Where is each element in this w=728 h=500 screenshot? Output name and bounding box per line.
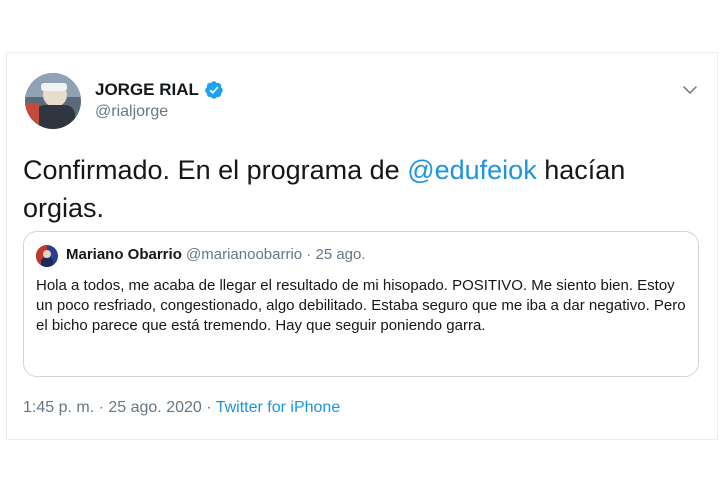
tweet-source-link[interactable]: Twitter for iPhone (216, 399, 341, 416)
tweet-mention-link[interactable]: @edufeiok (407, 155, 537, 185)
tweet-text-before: Confirmado. En el programa de (23, 155, 408, 185)
tweet-card[interactable]: JORGE RIAL @rialjorge Confirmado. En el … (6, 52, 718, 440)
author-name[interactable]: JORGE RIAL (95, 80, 224, 100)
quoted-header: Mariano Obarrio @marianoobarrio · 25 ago… (66, 246, 366, 263)
quoted-tweet[interactable]: Mariano Obarrio @marianoobarrio · 25 ago… (23, 231, 699, 377)
verified-badge-icon (205, 81, 223, 99)
avatar-photo (25, 73, 81, 129)
chevron-down-icon[interactable] (681, 81, 699, 99)
author-avatar[interactable] (25, 73, 81, 129)
tweet-timestamp[interactable]: 1:45 p. m. · 25 ago. 2020 · (23, 399, 216, 416)
quoted-text: Hola a todos, me acaba de llegar el resu… (36, 277, 686, 334)
quoted-author-avatar (36, 245, 58, 267)
tweet-text: Confirmado. En el programa de @edufeiok … (23, 151, 703, 227)
author-handle[interactable]: @rialjorge (95, 103, 168, 121)
quoted-author-name: Mariano Obarrio (66, 246, 182, 263)
quoted-author-handle: @marianoobarrio · 25 ago. (186, 246, 366, 263)
author-name-text: JORGE RIAL (95, 80, 199, 99)
tweet-meta: 1:45 p. m. · 25 ago. 2020 · Twitter for … (23, 399, 340, 417)
screenshot-frame: JORGE RIAL @rialjorge Confirmado. En el … (0, 0, 728, 500)
quoted-avatar-photo (36, 245, 58, 267)
